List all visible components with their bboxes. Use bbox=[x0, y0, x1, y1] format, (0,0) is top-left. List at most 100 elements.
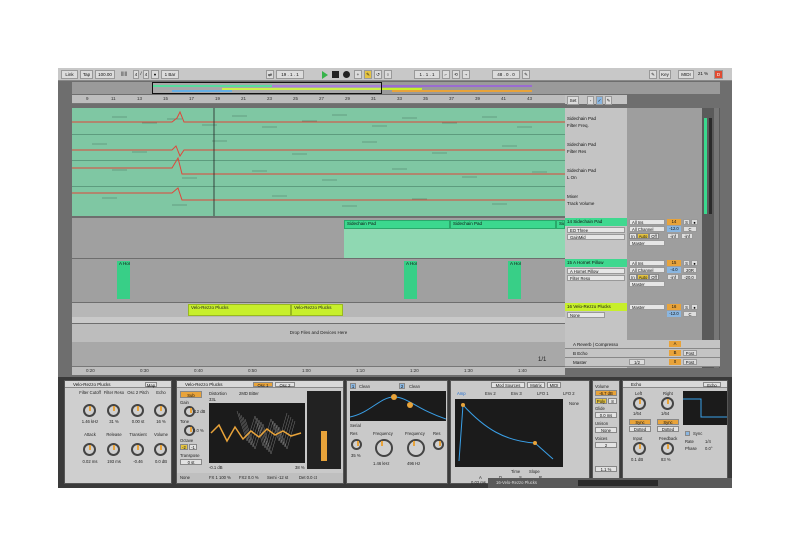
track-14-header[interactable]: 14 Sidechain Pad bbox=[565, 218, 627, 226]
map-button[interactable]: Map bbox=[145, 382, 157, 388]
wavetable-display[interactable] bbox=[209, 403, 305, 463]
position-field[interactable]: 19 . 1 . 1 bbox=[276, 70, 304, 79]
loop-start-field[interactable]: 1 . 1 . 1 bbox=[414, 70, 440, 79]
pan-field[interactable]: C bbox=[683, 226, 697, 232]
res-knob[interactable] bbox=[351, 439, 362, 450]
overview-selection[interactable] bbox=[152, 82, 382, 94]
phase-value[interactable]: 0.0° bbox=[705, 446, 713, 451]
session-record-icon[interactable]: ○ bbox=[384, 70, 392, 79]
clip[interactable]: Sidechain Pad bbox=[344, 220, 450, 229]
feedback-knob[interactable] bbox=[661, 442, 674, 455]
macro-knob[interactable] bbox=[154, 404, 167, 417]
device-select[interactable]: A Hornet Pillow bbox=[567, 268, 625, 274]
filter2-type[interactable]: Clean bbox=[409, 384, 420, 389]
input-knob[interactable] bbox=[633, 442, 646, 455]
unison-select[interactable]: None bbox=[595, 427, 617, 433]
lane-label[interactable]: Track Volume bbox=[567, 201, 627, 206]
macro-knob[interactable] bbox=[154, 443, 167, 456]
fx2-value[interactable]: FX2 0.0 % bbox=[239, 475, 259, 480]
echo-mod-display[interactable] bbox=[683, 391, 727, 425]
metronome-icon[interactable]: ||||| bbox=[117, 70, 131, 79]
monitor-off-button[interactable]: Off bbox=[649, 274, 659, 280]
detune-value[interactable]: Det 0.0 ct bbox=[299, 475, 317, 480]
set-button[interactable]: Set bbox=[567, 96, 579, 105]
track-14-lane[interactable]: Sidechain Pad Sidechain Pad Sidechain Pa… bbox=[72, 218, 565, 258]
track-15-lane[interactable]: A Hor A Hor A Hor bbox=[72, 259, 565, 302]
right-knob[interactable] bbox=[661, 397, 674, 410]
osc1-tab[interactable]: Osc 1 bbox=[253, 382, 273, 388]
transpose-field[interactable]: 0 st bbox=[180, 459, 202, 465]
filter-display[interactable] bbox=[349, 391, 447, 421]
automation-curves[interactable] bbox=[72, 108, 565, 216]
sync-mode-select[interactable]: Dotted bbox=[629, 426, 651, 432]
clip[interactable]: A Hor bbox=[117, 261, 130, 299]
clip[interactable]: Velo-Rezzo Plucks bbox=[291, 304, 343, 316]
pan-field[interactable]: 20R bbox=[683, 267, 697, 273]
record-icon[interactable] bbox=[343, 71, 350, 78]
attack-value[interactable]: 0.02 ms bbox=[471, 480, 486, 485]
param-select[interactable]: Filter Reso bbox=[567, 275, 625, 281]
sub-tab[interactable]: Sub bbox=[180, 391, 202, 398]
rate-value[interactable]: 1/4 bbox=[705, 439, 711, 444]
filter1-toggle[interactable]: 1 bbox=[350, 383, 356, 389]
frequency-knob[interactable] bbox=[375, 439, 393, 457]
send-a-field[interactable]: -inf bbox=[667, 274, 679, 280]
arm-icon[interactable]: ● bbox=[691, 260, 698, 266]
solo-button[interactable]: S bbox=[683, 219, 690, 225]
env-tab[interactable]: LFO 1 bbox=[537, 391, 549, 396]
beat-ruler[interactable]: 9 11 13 15 17 19 21 23 25 27 29 31 33 35… bbox=[72, 95, 565, 104]
voices-field[interactable]: 2 bbox=[595, 442, 617, 448]
volume-field[interactable]: -12.0 bbox=[667, 226, 681, 232]
sync-button[interactable]: Sync bbox=[629, 419, 651, 425]
automation-arm-icon[interactable]: ✎ bbox=[364, 70, 372, 79]
mod-tab[interactable]: MIDI bbox=[547, 382, 561, 388]
macro-knob[interactable] bbox=[131, 404, 144, 417]
osc2-tab[interactable]: Osc 2 bbox=[275, 382, 295, 388]
loop-icon[interactable]: ⟲ bbox=[452, 70, 460, 79]
volume-field[interactable]: -12.0 bbox=[667, 311, 681, 317]
stop-icon[interactable] bbox=[332, 71, 339, 78]
mod-tab[interactable]: Matrix bbox=[527, 382, 545, 388]
track-overview-strip[interactable] bbox=[578, 480, 658, 486]
amount-field[interactable]: 1.1 % bbox=[595, 466, 617, 472]
arrow-icon[interactable]: ◦ bbox=[587, 96, 594, 105]
macro-knob[interactable] bbox=[107, 443, 120, 456]
input-type-select[interactable]: All Ins bbox=[629, 219, 665, 225]
key-map-button[interactable]: Key bbox=[659, 70, 671, 79]
clip[interactable]: Sidechain Pad bbox=[450, 220, 556, 229]
solo-button[interactable]: S bbox=[683, 304, 690, 310]
macro-knob[interactable] bbox=[107, 404, 120, 417]
track-16-automation[interactable] bbox=[72, 317, 565, 323]
env-tab[interactable]: Env 3 bbox=[511, 391, 522, 396]
return-lanes[interactable] bbox=[72, 342, 565, 368]
monitor-auto-button[interactable]: Auto bbox=[637, 233, 649, 239]
volume-field[interactable]: -4.0 bbox=[667, 267, 681, 273]
filter2-toggle[interactable]: 2 bbox=[399, 383, 405, 389]
echo-tab[interactable]: Echo bbox=[703, 382, 721, 388]
loop-length-field[interactable]: 48 . 0 . 0 bbox=[492, 70, 520, 79]
cue-select[interactable]: 1/2 bbox=[629, 359, 645, 365]
macro-knob[interactable] bbox=[83, 443, 96, 456]
sync-checkbox[interactable] bbox=[685, 431, 690, 436]
overdub-icon[interactable]: + bbox=[354, 70, 362, 79]
wavetable-select[interactable]: 2MD Bitter bbox=[239, 391, 259, 396]
track-16-lane[interactable]: Velo-Rezzo Plucks Velo-Rezzo Plucks bbox=[72, 303, 565, 317]
poly-button[interactable]: Poly bbox=[595, 398, 607, 404]
env-tab[interactable]: Env 2 bbox=[485, 391, 496, 396]
tempo-field[interactable]: 100.00 bbox=[95, 70, 115, 79]
io-toggle-icon[interactable]: ✓ bbox=[596, 96, 603, 105]
tap-button[interactable]: Tap bbox=[80, 70, 93, 79]
key-map-icon[interactable]: ✎ bbox=[649, 70, 657, 79]
play-icon[interactable] bbox=[322, 71, 328, 79]
output-select[interactable]: Master bbox=[629, 304, 665, 310]
input-channel-select[interactable]: All Channel bbox=[629, 226, 665, 232]
arm-icon[interactable]: ● bbox=[691, 304, 698, 310]
time-sig-den[interactable]: 4 bbox=[143, 70, 149, 79]
output-select[interactable]: Master bbox=[629, 240, 665, 246]
serial-select[interactable]: Serial bbox=[350, 423, 361, 428]
loop-mode-select[interactable]: None bbox=[569, 401, 579, 406]
master-number[interactable]: 0 bbox=[669, 359, 681, 365]
solo-button[interactable]: S bbox=[683, 260, 690, 266]
poly-voices[interactable]: 8 bbox=[608, 398, 617, 404]
fx-mode[interactable]: None bbox=[180, 475, 190, 480]
